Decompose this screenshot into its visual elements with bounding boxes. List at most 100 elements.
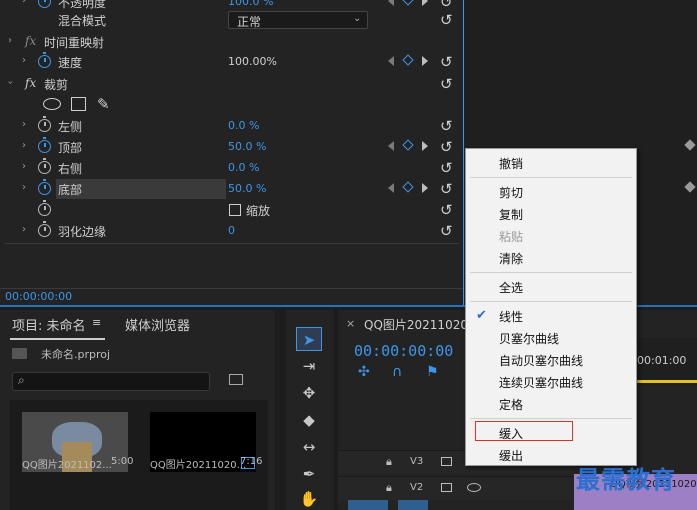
slip-tool-icon[interactable]: ↔ — [296, 435, 322, 459]
chevron-right-icon[interactable]: › — [22, 55, 26, 66]
menu-item-undo[interactable]: 撤销 — [499, 155, 523, 172]
fx-row-speed[interactable]: › 速度 100.00% ↺ — [0, 52, 463, 73]
reset-icon[interactable]: ↺ — [440, 11, 453, 29]
stopwatch-icon[interactable] — [38, 137, 51, 153]
tab-sequence[interactable]: QQ图片20211020 — [364, 316, 468, 333]
fx-value[interactable]: 50.0 % — [228, 182, 266, 195]
track-target-v1-b[interactable] — [398, 500, 428, 510]
fx-row-left[interactable]: › 左侧 0.0 % ↺ — [0, 116, 463, 137]
chevron-right-icon[interactable]: › — [8, 35, 12, 46]
keyframe-nav[interactable] — [388, 54, 433, 69]
fx-row-crop[interactable]: › fx 裁剪 ↺ — [0, 74, 463, 95]
hand-tool-icon[interactable]: ✋ — [296, 487, 322, 510]
zoom-label: 缩放 — [246, 204, 271, 218]
menu-item-select-all[interactable]: 全选 — [499, 279, 523, 296]
ruler-time-label: 00:01:00 — [637, 354, 687, 367]
pen-mask-icon[interactable]: ✎ — [97, 95, 110, 113]
menu-item-auto-bezier[interactable]: 自动贝塞尔曲线 — [499, 352, 583, 369]
reset-icon[interactable]: ↺ — [440, 117, 453, 135]
reset-icon[interactable]: ↺ — [440, 222, 453, 240]
clip-duration-2: 7:16 — [240, 456, 263, 467]
timeline-timecode[interactable]: 00:00:00:00 — [354, 342, 453, 360]
search-input[interactable]: ⌕ — [12, 372, 210, 391]
fx-row-feather[interactable]: › 羽化边缘 0 ↺ — [0, 221, 463, 242]
snap-icon[interactable]: ✣ — [358, 364, 370, 380]
reset-icon[interactable]: ↺ — [440, 201, 453, 219]
menu-item-hold[interactable]: 定格 — [499, 396, 523, 413]
stopwatch-icon[interactable] — [38, 200, 51, 216]
fx-value[interactable]: 100.00% — [228, 55, 277, 68]
tab-media-browser[interactable]: 媒体浏览器 — [125, 315, 190, 334]
sync-lock-icon[interactable] — [441, 457, 452, 466]
blend-mode-select[interactable]: 正常 ⌄ — [228, 11, 368, 29]
new-bin-icon[interactable] — [229, 374, 243, 385]
menu-item-copy[interactable]: 复制 — [499, 206, 523, 223]
pen-tool-icon[interactable]: ✒ — [296, 462, 322, 486]
stopwatch-icon[interactable] — [38, 158, 51, 174]
fx-value[interactable]: 100.0 % — [228, 0, 273, 8]
menu-separator — [470, 301, 632, 302]
blend-mode-value: 正常 — [237, 15, 262, 29]
fx-row-bottom[interactable]: › 底部 50.0 % ↺ — [0, 179, 463, 200]
keyframe-marker[interactable] — [684, 181, 696, 193]
ripple-edit-tool-icon[interactable]: ✥ — [296, 381, 322, 405]
chevron-right-icon[interactable]: › — [22, 224, 26, 235]
fx-row-right[interactable]: › 右侧 0.0 % ↺ — [0, 158, 463, 179]
stopwatch-icon[interactable] — [38, 179, 51, 195]
chevron-down-icon[interactable]: › — [5, 81, 16, 85]
close-icon[interactable]: × — [346, 317, 355, 330]
eye-icon[interactable] — [467, 483, 481, 492]
fx-row-top[interactable]: › 顶部 50.0 % ↺ — [0, 137, 463, 158]
menu-item-ease-out[interactable]: 缓出 — [499, 447, 523, 464]
context-menu: 撤销 剪切 复制 粘贴 清除 全选 ✔ 线性 贝塞尔曲线 自动贝塞尔曲线 连续贝… — [465, 148, 637, 466]
menu-item-continuous-bezier[interactable]: 连续贝塞尔曲线 — [499, 374, 583, 391]
chevron-right-icon[interactable]: › — [22, 161, 26, 172]
stopwatch-icon[interactable] — [38, 116, 51, 132]
keyframe-nav[interactable] — [388, 0, 433, 9]
menu-item-bezier[interactable]: 贝塞尔曲线 — [499, 330, 559, 347]
track-select-tool-icon[interactable]: ⇥ — [296, 354, 322, 378]
sync-lock-icon[interactable] — [441, 483, 452, 492]
reset-icon[interactable]: ↺ — [440, 138, 453, 156]
fx-label: 顶部 — [58, 141, 83, 155]
reset-icon[interactable]: ↺ — [440, 159, 453, 177]
panel-menu-icon[interactable]: ≡ — [92, 316, 101, 329]
keyframe-marker[interactable] — [684, 139, 696, 151]
menu-item-cut[interactable]: 剪切 — [499, 184, 523, 201]
fx-value[interactable]: 0.0 % — [228, 161, 259, 174]
keyframe-nav[interactable] — [388, 181, 433, 196]
tools-panel: ➤ ⇥ ✥ ◆ ↔ ✒ ✋ — [286, 310, 334, 510]
track-v2[interactable]: 🔒︎ V2 — [338, 476, 573, 500]
lock-icon[interactable]: 🔒︎ — [386, 481, 392, 495]
fx-value[interactable]: 0.0 % — [228, 119, 259, 132]
stopwatch-icon[interactable] — [38, 52, 51, 68]
menu-item-linear[interactable]: 线性 — [499, 308, 523, 325]
stopwatch-icon[interactable] — [38, 221, 51, 237]
fx-value[interactable]: 50.0 % — [228, 140, 266, 153]
rectangle-mask-icon[interactable] — [71, 97, 86, 111]
selection-tool-icon[interactable]: ➤ — [296, 327, 322, 351]
fx-timecode[interactable]: 00:00:00:00 — [5, 290, 72, 303]
magnet-icon[interactable]: ∩ — [392, 364, 402, 380]
menu-separator — [470, 272, 632, 273]
chevron-right-icon[interactable]: › — [22, 0, 26, 6]
chevron-right-icon[interactable]: › — [22, 140, 26, 151]
reset-icon[interactable]: ↺ — [440, 75, 453, 93]
razor-tool-icon[interactable]: ◆ — [296, 408, 322, 432]
chevron-right-icon[interactable]: › — [22, 119, 26, 130]
ellipse-mask-icon[interactable] — [43, 98, 61, 110]
stopwatch-icon[interactable] — [38, 0, 51, 8]
clip-duration-1: 5:00 — [111, 456, 134, 467]
fx-row-time-remap[interactable]: › fx 时间重映射 — [0, 32, 463, 53]
add-marker-icon[interactable]: ⚑ — [426, 364, 439, 380]
menu-item-clear[interactable]: 清除 — [499, 250, 523, 267]
chevron-right-icon[interactable]: › — [22, 182, 26, 193]
track-target-v1[interactable] — [348, 500, 388, 510]
reset-icon[interactable]: ↺ — [440, 53, 453, 71]
lock-icon[interactable]: 🔒︎ — [386, 455, 392, 469]
zoom-checkbox[interactable] — [229, 204, 241, 216]
tab-project[interactable]: 项目: 未命名 — [12, 315, 86, 334]
keyframe-nav[interactable] — [388, 139, 433, 154]
fx-value[interactable]: 0 — [228, 224, 235, 237]
reset-icon[interactable]: ↺ — [440, 180, 453, 198]
